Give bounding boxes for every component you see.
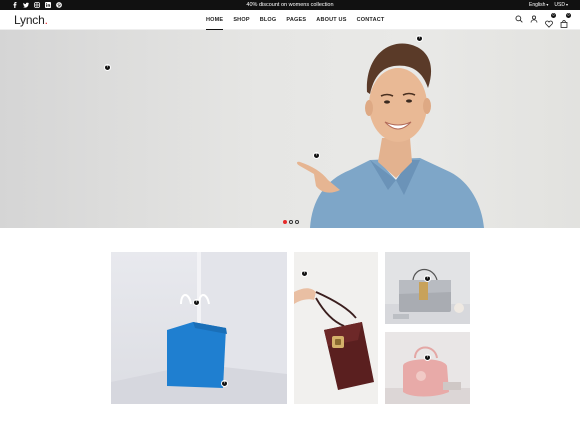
nav-about-us[interactable]: ABOUT US [316, 10, 346, 30]
chevron-down-icon: ▾ [546, 2, 549, 7]
slider-dot-1[interactable] [283, 220, 287, 224]
promo-text: 40% discount on womens collection [246, 2, 334, 8]
hotspot-plus-icon[interactable]: + [424, 354, 431, 361]
currency-select[interactable]: USD▾ [554, 1, 568, 9]
logo-text: Lynch [14, 13, 45, 27]
search-icon[interactable] [515, 15, 523, 23]
topbar-selectors: English▾ USD▾ [529, 1, 568, 9]
main-header: Lynch. HOME SHOP BLOG PAGES ABOUT US CON… [0, 10, 580, 30]
wishlist-count-badge: 0 [551, 13, 556, 18]
product-tile-pink-bag[interactable]: + [385, 332, 470, 404]
hero-slider[interactable]: + + + [0, 30, 580, 228]
currency-label: USD [554, 2, 565, 8]
nav-home[interactable]: HOME [206, 10, 224, 30]
hotspot-plus-icon[interactable]: + [104, 64, 111, 71]
hero-model-image [297, 43, 484, 228]
main-nav: HOME SHOP BLOG PAGES ABOUT US CONTACT [206, 10, 384, 30]
hotspot-plus-icon[interactable]: + [313, 152, 320, 159]
top-bar: 40% discount on womens collection Englis… [0, 0, 580, 10]
nav-shop[interactable]: SHOP [233, 10, 249, 30]
cart-count-badge: 0 [566, 13, 571, 18]
nav-contact[interactable]: CONTACT [357, 10, 385, 30]
hotspot-plus-icon[interactable]: + [193, 299, 200, 306]
language-label: English [529, 2, 546, 8]
language-select[interactable]: English▾ [529, 1, 548, 9]
grey-handbag-image [385, 268, 470, 324]
logo[interactable]: Lynch. [14, 13, 48, 27]
nav-pages[interactable]: PAGES [286, 10, 306, 30]
user-icon[interactable] [530, 15, 538, 23]
hotspot-plus-icon[interactable]: + [301, 270, 308, 277]
pink-bag-image [385, 346, 470, 404]
hotspot-plus-icon[interactable]: + [416, 35, 423, 42]
header-icons: 0 0 [515, 13, 571, 28]
product-tile-croc-handbag[interactable]: + [294, 252, 378, 404]
hotspot-plus-icon[interactable]: + [221, 380, 228, 387]
hotspot-plus-icon[interactable]: + [424, 275, 431, 282]
slider-dots [283, 220, 299, 224]
chevron-down-icon: ▾ [565, 2, 568, 7]
slider-dot-3[interactable] [295, 220, 299, 224]
logo-dot: . [44, 13, 48, 27]
nav-blog[interactable]: BLOG [260, 10, 277, 30]
heart-icon [545, 20, 553, 28]
blue-shopping-bag-image [111, 252, 287, 404]
slider-dot-2[interactable] [289, 220, 293, 224]
product-tile-blue-bag[interactable]: + + [111, 252, 287, 404]
shopping-bag-icon [560, 20, 568, 28]
cart-button[interactable]: 0 [560, 13, 571, 28]
wishlist-button[interactable]: 0 [545, 13, 556, 28]
product-tile-grey-handbag[interactable]: + [385, 252, 470, 324]
